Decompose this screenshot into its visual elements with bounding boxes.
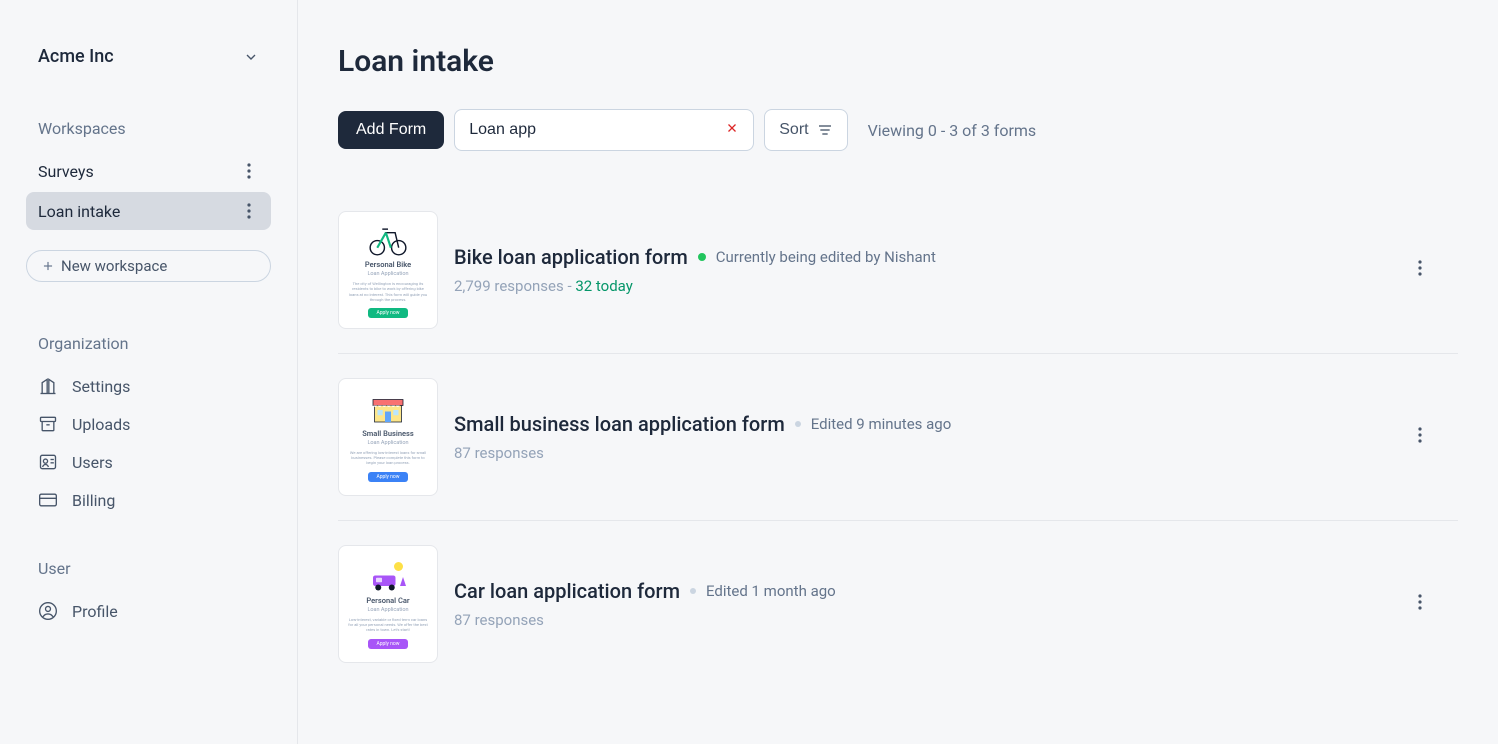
toolbar: Add Form Sort Viewing 0 - 3 of 3 forms (338, 109, 1458, 151)
new-workspace-button[interactable]: New workspace (26, 250, 271, 282)
nav-label: Users (72, 453, 113, 472)
thumb-cta: Apply now (368, 639, 407, 649)
form-info: Car loan application form Edited 1 month… (454, 579, 1402, 629)
org-switcher[interactable]: Acme Inc (26, 40, 271, 73)
nav-label: Uploads (72, 415, 130, 434)
responses-count: 87 responses (454, 611, 544, 629)
main-content: Loan intake Add Form Sort Viewing 0 - 3 … (298, 0, 1498, 744)
thumb-cta: Apply now (368, 308, 407, 318)
nav-label: Billing (72, 491, 115, 510)
page-title: Loan intake (338, 44, 1458, 79)
workspace-item-loan-intake[interactable]: Loan intake (26, 192, 271, 230)
plus-icon (41, 259, 55, 273)
form-thumbnail: Small Business Loan Application We are o… (338, 378, 438, 496)
more-vertical-icon[interactable] (1418, 260, 1438, 280)
more-vertical-icon[interactable] (239, 161, 259, 181)
workspace-list: Surveys Loan intake (26, 152, 271, 232)
thumb-desc: We are offering low-interest loans for s… (345, 450, 431, 466)
nav-label: Profile (72, 602, 118, 621)
thumb-subtitle: Loan Application (367, 607, 408, 613)
nav-profile[interactable]: Profile (26, 592, 271, 630)
responses-count: 87 responses (454, 444, 544, 462)
form-row[interactable]: Small Business Loan Application We are o… (338, 354, 1458, 521)
status-dot-icon (690, 588, 696, 594)
responses-today: 32 today (575, 277, 633, 295)
sidebar: Acme Inc Workspaces Surveys Loan intake … (0, 0, 298, 744)
form-title: Small business loan application form (454, 412, 785, 436)
more-vertical-icon[interactable] (1418, 594, 1438, 614)
form-thumbnail: Personal Bike Loan Application The city … (338, 211, 438, 329)
user-circle-icon (38, 601, 58, 621)
status-text: Currently being edited by Nishant (716, 248, 936, 266)
thumb-title: Personal Car (366, 596, 409, 605)
add-form-button[interactable]: Add Form (338, 111, 444, 149)
form-title: Bike loan application form (454, 245, 688, 269)
building-icon (38, 376, 58, 396)
car-icon (365, 556, 411, 592)
organization-heading: Organization (26, 334, 271, 353)
thumb-subtitle: Loan Application (367, 440, 408, 446)
search-input[interactable] (469, 121, 725, 139)
form-info: Bike loan application form Currently bei… (454, 245, 1402, 295)
more-vertical-icon[interactable] (239, 201, 259, 221)
workspace-label: Surveys (38, 162, 94, 181)
thumb-subtitle: Loan Application (367, 271, 408, 277)
status-dot-icon (698, 253, 706, 261)
workspaces-heading: Workspaces (26, 119, 271, 138)
credit-card-icon (38, 490, 58, 510)
thumb-title: Personal Bike (365, 260, 411, 269)
thumb-cta: Apply now (368, 472, 407, 482)
nav-settings[interactable]: Settings (26, 367, 271, 405)
workspace-item-surveys[interactable]: Surveys (26, 152, 271, 190)
form-info: Small business loan application form Edi… (454, 412, 1402, 462)
user-heading: User (26, 559, 271, 578)
archive-icon (38, 414, 58, 434)
status-dot-icon (795, 421, 801, 427)
thumb-title: Small Business (362, 429, 414, 438)
viewing-text: Viewing 0 - 3 of 3 forms (868, 121, 1037, 140)
status-text: Edited 1 month ago (706, 582, 836, 600)
org-name: Acme Inc (38, 46, 114, 67)
form-row[interactable]: Personal Car Loan Application Low-intere… (338, 521, 1458, 687)
search-field[interactable] (454, 109, 754, 151)
thumb-desc: Low-interest, variable or fixed term car… (345, 617, 431, 633)
workspace-label: Loan intake (38, 202, 120, 221)
form-thumbnail: Personal Car Loan Application Low-intere… (338, 545, 438, 663)
clear-search-icon[interactable] (725, 121, 739, 139)
form-meta: 2,799 responses - 32 today (454, 277, 1402, 295)
form-title: Car loan application form (454, 579, 680, 603)
storefront-icon (365, 389, 411, 425)
new-workspace-label: New workspace (61, 257, 167, 275)
chevron-down-icon (243, 49, 259, 65)
bicycle-icon (365, 222, 411, 256)
id-card-icon (38, 452, 58, 472)
status-text: Edited 9 minutes ago (811, 415, 952, 433)
sort-button[interactable]: Sort (764, 109, 847, 151)
sort-label: Sort (779, 121, 808, 139)
nav-users[interactable]: Users (26, 443, 271, 481)
more-vertical-icon[interactable] (1418, 427, 1438, 447)
nav-label: Settings (72, 377, 130, 396)
form-meta: 87 responses (454, 444, 1402, 462)
sort-icon (817, 124, 833, 136)
nav-billing[interactable]: Billing (26, 481, 271, 519)
nav-uploads[interactable]: Uploads (26, 405, 271, 443)
form-row[interactable]: Personal Bike Loan Application The city … (338, 187, 1458, 354)
responses-count: 2,799 responses - (454, 277, 575, 295)
form-meta: 87 responses (454, 611, 1402, 629)
thumb-desc: The city of Wellington is encouraging it… (345, 281, 431, 302)
form-list: Personal Bike Loan Application The city … (338, 187, 1458, 687)
